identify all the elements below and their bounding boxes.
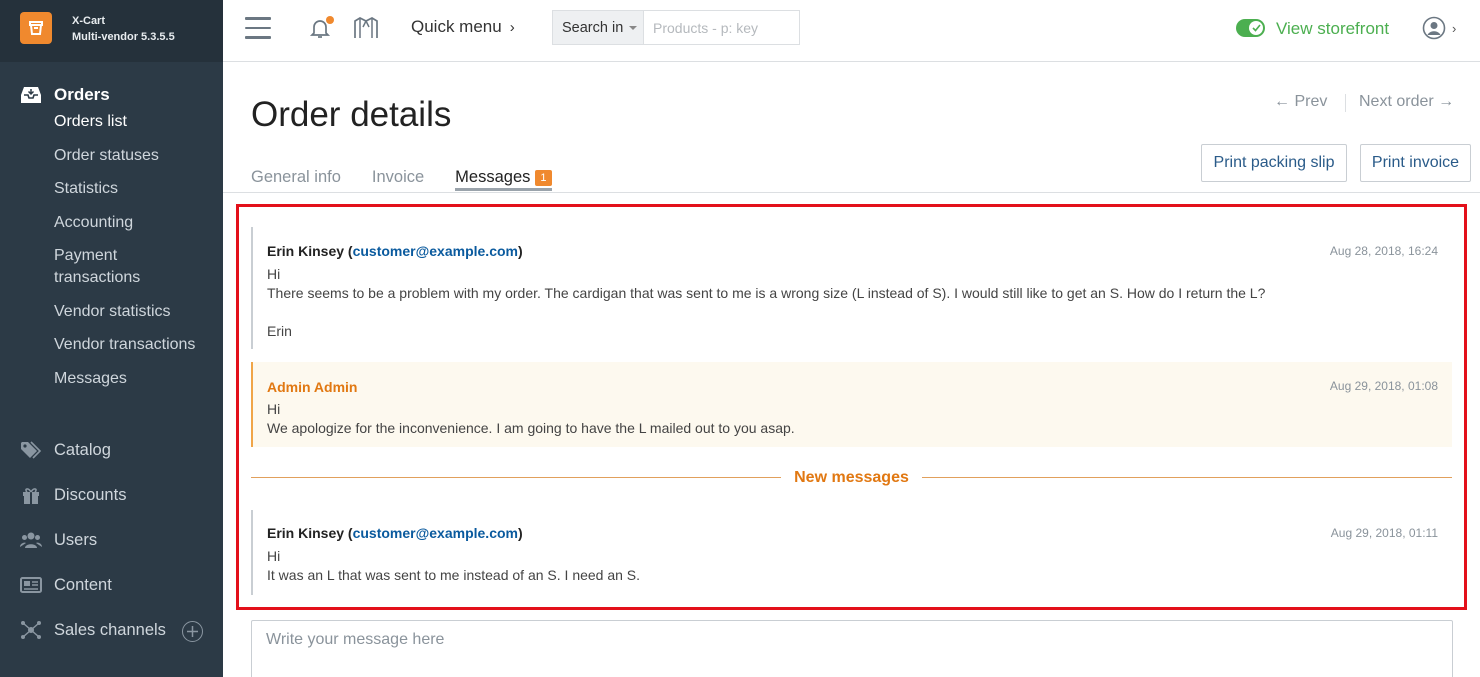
sidebar-item-sales-channels-label: Sales channels [54, 620, 166, 639]
add-sales-channel-button[interactable] [182, 621, 203, 642]
app: X-Cart Multi-vendor 5.3.5.5 Orders Order… [0, 0, 1480, 677]
message-line: There seems to be a problem with my orde… [267, 285, 1266, 301]
sidebar-item-discounts-label: Discounts [54, 485, 127, 504]
message-line: Erin [267, 323, 292, 339]
notification-dot [326, 16, 334, 24]
sidebar-item-content-label: Content [54, 575, 112, 594]
search-input[interactable] [643, 10, 800, 45]
sidebar-item-sales-channels[interactable]: Sales channels [20, 620, 166, 640]
brand-name: X-Cart [72, 15, 106, 27]
storefront-toggle[interactable] [1236, 19, 1265, 37]
next-order-link[interactable]: Next order → [1359, 93, 1454, 111]
message-author: Erin Kinsey (customer@example.com) [267, 243, 523, 259]
sidebar-item-content[interactable]: Content [20, 575, 112, 595]
message-line: It was an L that was sent to me instead … [267, 567, 641, 583]
tab-general-info[interactable]: General info [251, 168, 341, 191]
brand[interactable]: X-Cart Multi-vendor 5.3.5.5 [0, 0, 223, 62]
sidebar-item-statistics[interactable]: Statistics [0, 178, 223, 200]
message-line: Hi [267, 266, 281, 282]
search-in-dropdown[interactable]: Search in [552, 10, 643, 45]
message-date: Aug 29, 2018, 01:11 [1330, 526, 1438, 540]
plus-icon [187, 626, 198, 637]
sidebar-item-payment-transactions[interactable]: Payment transactions [0, 245, 150, 289]
author-name: Erin Kinsey [267, 243, 345, 259]
message-item: Erin Kinsey (customer@example.com) Aug 2… [251, 227, 1452, 349]
message-author: Admin Admin [267, 379, 358, 395]
author-email-link[interactable]: customer@example.com [353, 525, 518, 541]
search-in-label: Search in [562, 19, 624, 36]
message-line: Hi [267, 401, 281, 417]
print-invoice-button[interactable]: Print invoice [1360, 144, 1471, 182]
hamburger-menu-icon[interactable] [245, 17, 271, 39]
tab-messages[interactable]: Messages 1 [455, 168, 552, 191]
prev-order-link[interactable]: ← Prev [1274, 93, 1327, 111]
nav-orders-section: Orders Orders list Order statuses Statis… [0, 62, 223, 390]
sidebar-item-catalog[interactable]: Catalog [20, 440, 111, 460]
topbar: Quick menu › Search in View storefront › [223, 0, 1480, 62]
brand-edition: Multi-vendor 5.3.5.5 [72, 31, 175, 43]
sidebar-item-accounting[interactable]: Accounting [0, 212, 223, 234]
unread-count-badge: 1 [535, 169, 552, 186]
quick-menu-label: Quick menu [411, 17, 502, 36]
inbox-icon [20, 85, 42, 105]
xcart-logo-icon [20, 12, 52, 44]
users-icon [20, 530, 42, 550]
storefront-map-icon[interactable] [353, 16, 379, 45]
order-tabs: General info Invoice Messages 1 [251, 168, 583, 191]
sidebar-item-vendor-transactions[interactable]: Vendor transactions [0, 334, 223, 356]
tags-icon [20, 440, 42, 460]
sidebar: X-Cart Multi-vendor 5.3.5.5 Orders Order… [0, 0, 223, 677]
newspaper-icon [20, 575, 42, 595]
sidebar-item-order-statuses[interactable]: Order statuses [0, 145, 223, 167]
message-item: Erin Kinsey (customer@example.com) Aug 2… [251, 510, 1452, 595]
message-line: Hi [267, 548, 281, 564]
caret-down-icon [629, 25, 638, 30]
sidebar-item-discounts[interactable]: Discounts [20, 485, 126, 505]
tab-messages-label: Messages [455, 168, 531, 186]
message-item-admin: Admin Admin Aug 29, 2018, 01:08 Hi We ap… [251, 362, 1452, 447]
orders-submenu: Orders list Order statuses Statistics Ac… [0, 111, 223, 390]
new-messages-label: New messages [781, 469, 922, 487]
sidebar-item-messages[interactable]: Messages [0, 368, 223, 390]
sidebar-item-vendor-statistics[interactable]: Vendor statistics [0, 301, 223, 323]
sidebar-item-users-label: Users [54, 530, 98, 549]
quick-menu-button[interactable]: Quick menu › [411, 17, 515, 37]
user-avatar-icon [1422, 16, 1446, 40]
message-author: Erin Kinsey (customer@example.com) [267, 525, 523, 541]
sidebar-item-catalog-label: Catalog [54, 440, 111, 459]
check-icon [1249, 21, 1263, 35]
sidebar-item-orders-label: Orders [54, 85, 110, 104]
tab-invoice[interactable]: Invoice [372, 168, 424, 191]
chevron-right-icon: › [509, 18, 515, 36]
user-menu-button[interactable]: › [1422, 16, 1456, 40]
chevron-right-icon: › [1452, 20, 1457, 36]
brand-text: X-Cart Multi-vendor 5.3.5.5 [72, 13, 175, 45]
view-storefront-link[interactable]: View storefront [1276, 19, 1389, 39]
author-email-link[interactable]: customer@example.com [353, 243, 518, 259]
message-date: Aug 29, 2018, 01:08 [1329, 379, 1438, 393]
message-date: Aug 28, 2018, 16:24 [1329, 244, 1438, 258]
sidebar-item-users[interactable]: Users [20, 530, 97, 550]
gift-icon [20, 485, 42, 505]
author-name: Erin Kinsey [267, 525, 345, 541]
print-packing-slip-button[interactable]: Print packing slip [1201, 144, 1347, 182]
sidebar-item-orders-list[interactable]: Orders list [0, 111, 223, 133]
network-icon [20, 620, 42, 640]
tabs-divider [223, 192, 1480, 193]
sidebar-item-orders[interactable]: Orders [0, 82, 223, 108]
message-compose-textarea[interactable] [251, 620, 1453, 677]
message-line: We apologize for the inconvenience. I am… [267, 420, 795, 436]
page-title: Order details [251, 95, 452, 134]
pager-divider [1345, 94, 1346, 112]
